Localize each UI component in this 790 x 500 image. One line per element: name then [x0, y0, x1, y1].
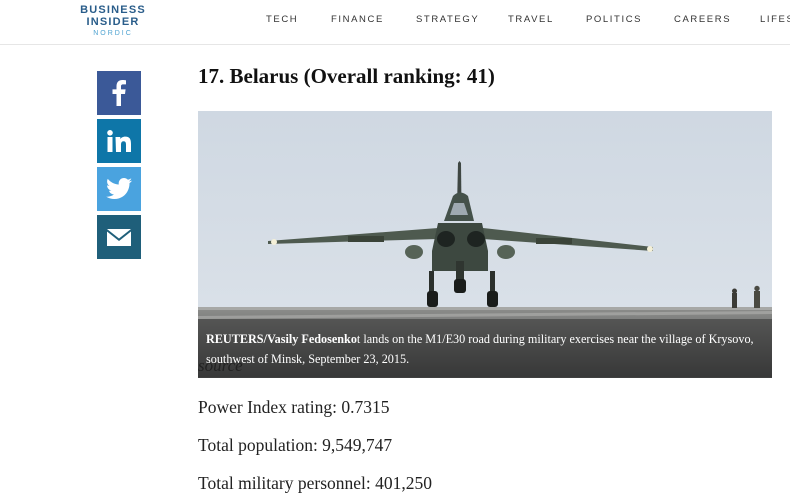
nav-item-travel[interactable]: TRAVEL — [508, 14, 554, 25]
nav-item-strategy[interactable]: STRATEGY — [416, 14, 479, 25]
twitter-icon — [106, 178, 132, 199]
stat-military-personnel: Total military personnel: 401,250 — [198, 473, 433, 493]
photo-caption: REUTERS/Vasily Fedosenkot lands on the M… — [198, 319, 772, 377]
nav-item-lifestyle[interactable]: LIFES — [760, 14, 790, 25]
stat-total-population: Total population: 9,549,747 — [198, 435, 393, 455]
share-facebook-button[interactable] — [97, 71, 141, 115]
share-email-button[interactable] — [97, 215, 141, 259]
nav-item-careers[interactable]: CAREERS — [674, 14, 731, 25]
photo-credit: REUTERS/Vasily Fedosenko — [206, 332, 357, 346]
top-bar: BUSINESS INSIDER NORDIC TECH FINANCE STR… — [0, 0, 790, 45]
source-link[interactable]: source — [198, 356, 243, 376]
share-twitter-button[interactable] — [97, 167, 141, 211]
nav-item-politics[interactable]: POLITICS — [586, 14, 642, 25]
article-photo: REUTERS/Vasily Fedosenkot lands on the M… — [198, 111, 772, 378]
logo-line-1: BUSINESS — [80, 4, 146, 16]
article-headline: 17. Belarus (Overall ranking: 41) — [198, 64, 495, 88]
email-icon — [107, 228, 131, 246]
nav-item-tech[interactable]: TECH — [266, 14, 298, 25]
share-linkedin-button[interactable] — [97, 119, 141, 163]
linkedin-icon — [107, 130, 131, 152]
logo-line-2: INSIDER — [86, 16, 140, 28]
facebook-icon — [112, 80, 126, 106]
stat-power-index: Power Index rating: 0.7315 — [198, 397, 390, 417]
business-insider-logo[interactable]: BUSINESS INSIDER NORDIC — [78, 4, 148, 38]
logo-line-3: NORDIC — [93, 30, 133, 37]
nav-item-finance[interactable]: FINANCE — [331, 14, 384, 25]
